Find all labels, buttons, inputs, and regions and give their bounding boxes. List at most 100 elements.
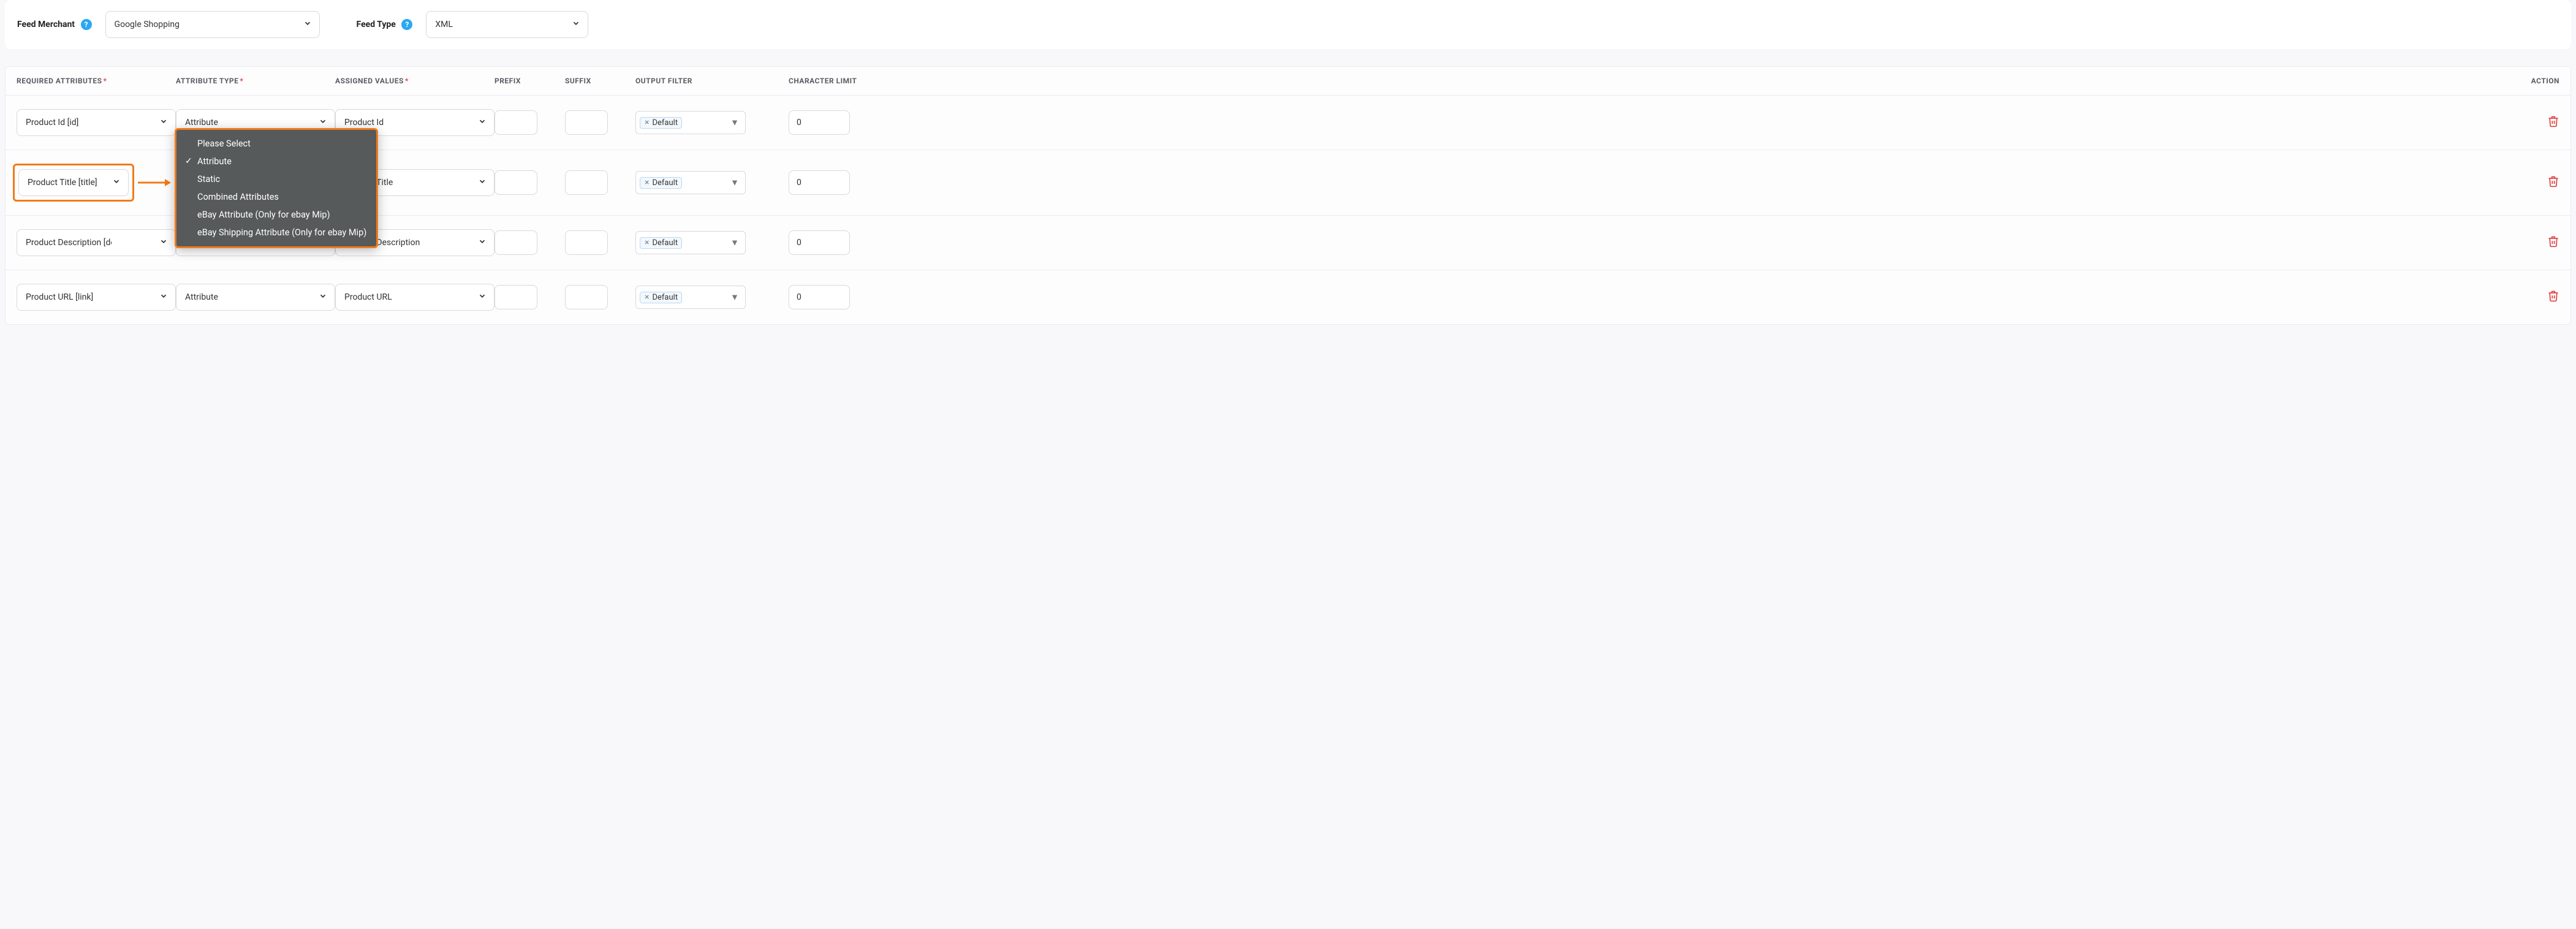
chevron-down-icon (159, 292, 168, 303)
table-row: Product URL [link] Attribute Product URL (6, 270, 2570, 324)
dropdown-item[interactable]: Attribute (176, 153, 376, 170)
filter-tag: ×Default (640, 237, 682, 249)
triangle-down-icon: ▼ (730, 178, 739, 188)
output-filter-select[interactable]: ×Default ▼ (635, 231, 746, 254)
filter-tag: ×Default (640, 292, 682, 303)
character-limit-input[interactable]: 0 (789, 285, 850, 309)
th-prefix: PREFIX (494, 77, 565, 85)
chevron-down-icon (478, 117, 487, 128)
prefix-input[interactable] (494, 170, 537, 195)
suffix-input[interactable] (565, 285, 608, 309)
output-filter-select[interactable]: ×Default ▼ (635, 171, 746, 194)
attribute-type-dropdown: Please Select Attribute Static Combined … (175, 128, 378, 248)
prefix-input[interactable] (494, 285, 537, 309)
th-required-attributes: REQUIRED ATTRIBUTES* (17, 77, 176, 85)
character-limit-value: 0 (797, 238, 801, 248)
attribute-type-select[interactable]: Attribute (176, 284, 335, 311)
remove-tag-icon[interactable]: × (642, 293, 652, 301)
character-limit-value: 0 (797, 292, 801, 302)
feed-type-group: Feed Type ? XML (357, 11, 589, 38)
dropdown-item[interactable]: Please Select (176, 135, 376, 153)
required-attribute-select[interactable]: Product Id [id] (17, 109, 176, 136)
dropdown-item-label: Please Select (197, 138, 251, 149)
output-filter-select[interactable]: ×Default ▼ (635, 286, 746, 309)
th-suffix: SUFFIX (565, 77, 635, 85)
filter-tag: ×Default (640, 117, 682, 129)
delete-row-button[interactable] (2547, 235, 2559, 248)
remove-tag-icon[interactable]: × (642, 238, 652, 247)
remove-tag-icon[interactable]: × (642, 178, 652, 187)
table-row: Product Title [title] Please Select Attr… (6, 150, 2570, 216)
suffix-input[interactable] (565, 170, 608, 195)
character-limit-input[interactable]: 0 (789, 110, 850, 135)
suffix-input[interactable] (565, 230, 608, 255)
chevron-down-icon (572, 19, 580, 30)
feed-type-value: XML (435, 20, 453, 29)
chevron-down-icon (319, 292, 327, 303)
chevron-down-icon (159, 237, 168, 248)
dropdown-item-label: eBay Attribute (Only for ebay Mip) (197, 210, 330, 220)
filter-tag-label: Default (652, 293, 678, 302)
filter-tag-label: Default (652, 238, 678, 248)
table-header: REQUIRED ATTRIBUTES* ATTRIBUTE TYPE* ASS… (6, 67, 2570, 96)
chevron-down-icon (478, 177, 487, 188)
required-attribute-value: Product Title [title] (28, 178, 97, 188)
prefix-input[interactable] (494, 230, 537, 255)
chevron-down-icon (478, 292, 487, 303)
filter-tag-label: Default (652, 118, 678, 127)
required-attribute-select[interactable]: Product URL [link] (17, 284, 176, 311)
help-icon[interactable]: ? (81, 19, 92, 30)
triangle-down-icon: ▼ (730, 238, 739, 248)
highlight-frame: Product Title [title] (13, 164, 134, 202)
feed-config-panel: Feed Merchant ? Google Shopping Feed Typ… (5, 0, 2571, 49)
feed-merchant-label: Feed Merchant ? (17, 19, 92, 30)
dropdown-item[interactable]: eBay Attribute (Only for ebay Mip) (176, 206, 376, 224)
th-output-filter: OUTPUT FILTER (635, 77, 789, 85)
assigned-value-text: Product URL (344, 292, 392, 302)
feed-merchant-group: Feed Merchant ? Google Shopping (17, 11, 320, 38)
assigned-value-text: Product Id (344, 118, 384, 127)
dropdown-item-label: eBay Shipping Attribute (Only for ebay M… (197, 227, 366, 238)
remove-tag-icon[interactable]: × (642, 118, 652, 127)
delete-row-button[interactable] (2547, 290, 2559, 302)
feed-merchant-label-text: Feed Merchant (17, 20, 75, 29)
required-attribute-value: Product URL [link] (26, 292, 93, 302)
feed-merchant-select[interactable]: Google Shopping (105, 11, 320, 38)
th-assigned-values: ASSIGNED VALUES* (335, 77, 494, 85)
delete-row-button[interactable] (2547, 175, 2559, 188)
character-limit-value: 0 (797, 118, 801, 127)
help-icon[interactable]: ? (401, 19, 412, 30)
dropdown-item[interactable]: Static (176, 170, 376, 188)
character-limit-value: 0 (797, 178, 801, 188)
character-limit-input[interactable]: 0 (789, 230, 850, 255)
suffix-input[interactable] (565, 110, 608, 135)
th-attribute-type: ATTRIBUTE TYPE* (176, 77, 335, 85)
chevron-down-icon (478, 237, 487, 248)
dropdown-item[interactable]: Combined Attributes (176, 188, 376, 206)
output-filter-select[interactable]: ×Default ▼ (635, 111, 746, 134)
required-attribute-value: Product Description [des (26, 238, 112, 248)
assigned-value-select[interactable]: Product URL (335, 284, 494, 311)
feed-type-label-text: Feed Type (357, 20, 396, 29)
attributes-table: REQUIRED ATTRIBUTES* ATTRIBUTE TYPE* ASS… (5, 66, 2571, 325)
triangle-down-icon: ▼ (730, 118, 739, 128)
th-action: ACTION (908, 77, 2559, 85)
required-attribute-select[interactable]: Product Description [des (17, 229, 176, 256)
prefix-input[interactable] (494, 110, 537, 135)
character-limit-input[interactable]: 0 (789, 170, 850, 195)
dropdown-item[interactable]: eBay Shipping Attribute (Only for ebay M… (176, 224, 376, 241)
feed-merchant-value: Google Shopping (115, 20, 180, 29)
filter-tag-label: Default (652, 178, 678, 188)
chevron-down-icon (319, 117, 327, 128)
delete-row-button[interactable] (2547, 115, 2559, 127)
triangle-down-icon: ▼ (730, 292, 739, 303)
table-row: Product Id [id] Attribute Product Id (6, 96, 2570, 150)
dropdown-item-label: Static (197, 174, 220, 184)
table-row: Product Description [des Attribute Produ… (6, 216, 2570, 270)
feed-type-select[interactable]: XML (426, 11, 588, 38)
dropdown-item-label: Attribute (197, 156, 232, 167)
chevron-down-icon (112, 177, 121, 188)
required-attribute-select[interactable]: Product Title [title] (18, 169, 129, 196)
attribute-type-value: Attribute (185, 292, 218, 302)
filter-tag: ×Default (640, 177, 682, 189)
